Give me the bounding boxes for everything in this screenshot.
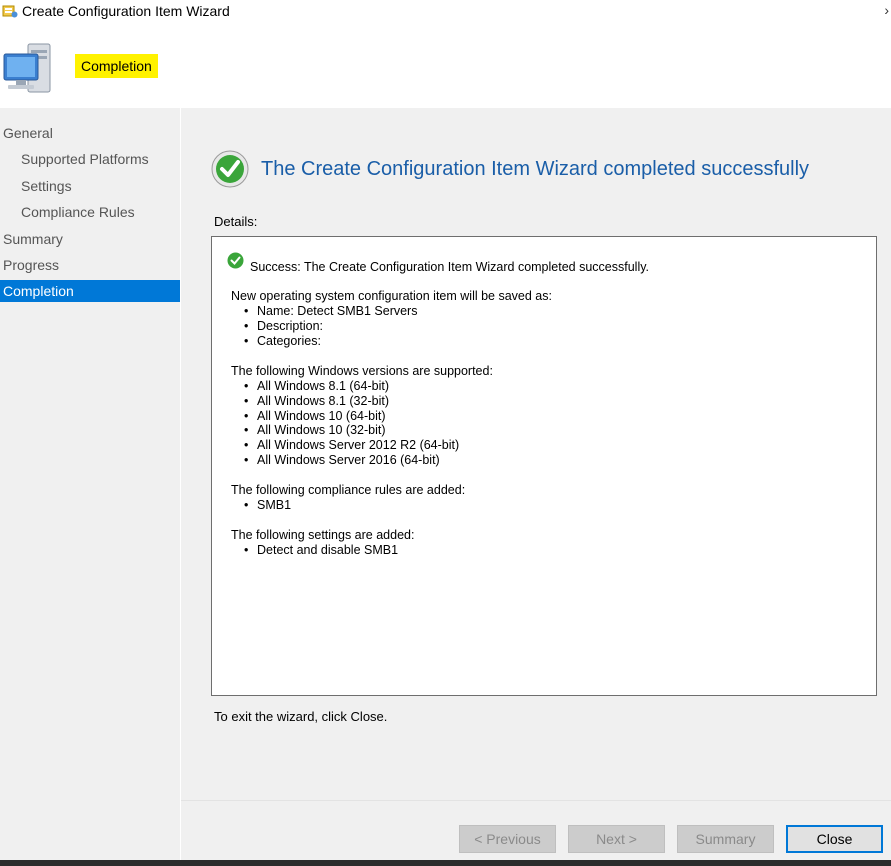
taskbar-edge: [0, 860, 891, 866]
nav-item-summary[interactable]: Summary: [0, 228, 180, 250]
saved-as-header: New operating system configuration item …: [231, 289, 552, 303]
wizard-header: Completion: [0, 24, 891, 108]
version-item: All Windows 8.1 (32-bit): [257, 394, 389, 409]
nav-item-supported-platforms[interactable]: Supported Platforms: [0, 148, 180, 170]
wizard-app-icon: [2, 5, 18, 18]
exit-instruction: To exit the wizard, click Close.: [214, 709, 388, 724]
wizard-content: The Create Configuration Item Wizard com…: [181, 108, 891, 866]
nav-item-progress[interactable]: Progress: [0, 254, 180, 276]
setting-item: Detect and disable SMB1: [257, 543, 398, 558]
success-line: Success: The Create Configuration Item W…: [250, 260, 650, 274]
computer-icon: [3, 43, 51, 93]
version-item: All Windows 8.1 (64-bit): [257, 379, 389, 394]
saved-as-name: Name: Detect SMB1 Servers: [257, 304, 417, 319]
title-bar: Create Configuration Item Wizard ›: [0, 0, 891, 24]
nav-item-compliance-rules[interactable]: Compliance Rules: [0, 201, 180, 223]
success-title: The Create Configuration Item Wizard com…: [261, 158, 810, 180]
rules-header: The following compliance rules are added…: [231, 483, 466, 497]
versions-header: The following Windows versions are suppo…: [231, 364, 493, 378]
success-small-check-icon: [227, 252, 244, 269]
details-label: Details:: [214, 214, 258, 229]
version-item: All Windows 10 (32-bit): [257, 423, 386, 438]
window-title: Create Configuration Item Wizard: [22, 3, 230, 19]
close-button[interactable]: Close: [786, 825, 883, 853]
nav-item-completion[interactable]: Completion: [0, 280, 180, 302]
saved-as-description: Description:: [257, 319, 323, 334]
summary-button[interactable]: Summary: [677, 825, 774, 853]
version-item: All Windows Server 2016 (64-bit): [257, 453, 440, 468]
page-heading: Completion: [75, 54, 158, 78]
nav-item-settings[interactable]: Settings: [0, 175, 180, 197]
nav-item-general[interactable]: General: [0, 122, 180, 144]
wizard-nav: General Supported Platforms Settings Com…: [0, 108, 180, 866]
details-box[interactable]: Success: The Create Configuration Item W…: [211, 236, 877, 696]
settings-header: The following settings are added:: [231, 528, 415, 542]
footer-divider: [181, 800, 891, 801]
saved-as-categories: Categories:: [257, 334, 321, 349]
version-item: All Windows Server 2012 R2 (64-bit): [257, 438, 459, 453]
rule-item: SMB1: [257, 498, 291, 513]
version-item: All Windows 10 (64-bit): [257, 409, 386, 424]
previous-button[interactable]: < Previous: [459, 825, 556, 853]
next-button[interactable]: Next >: [568, 825, 665, 853]
success-header: The Create Configuration Item Wizard com…: [211, 150, 871, 190]
close-window-icon[interactable]: ›: [884, 2, 889, 18]
success-check-icon: [211, 150, 249, 188]
